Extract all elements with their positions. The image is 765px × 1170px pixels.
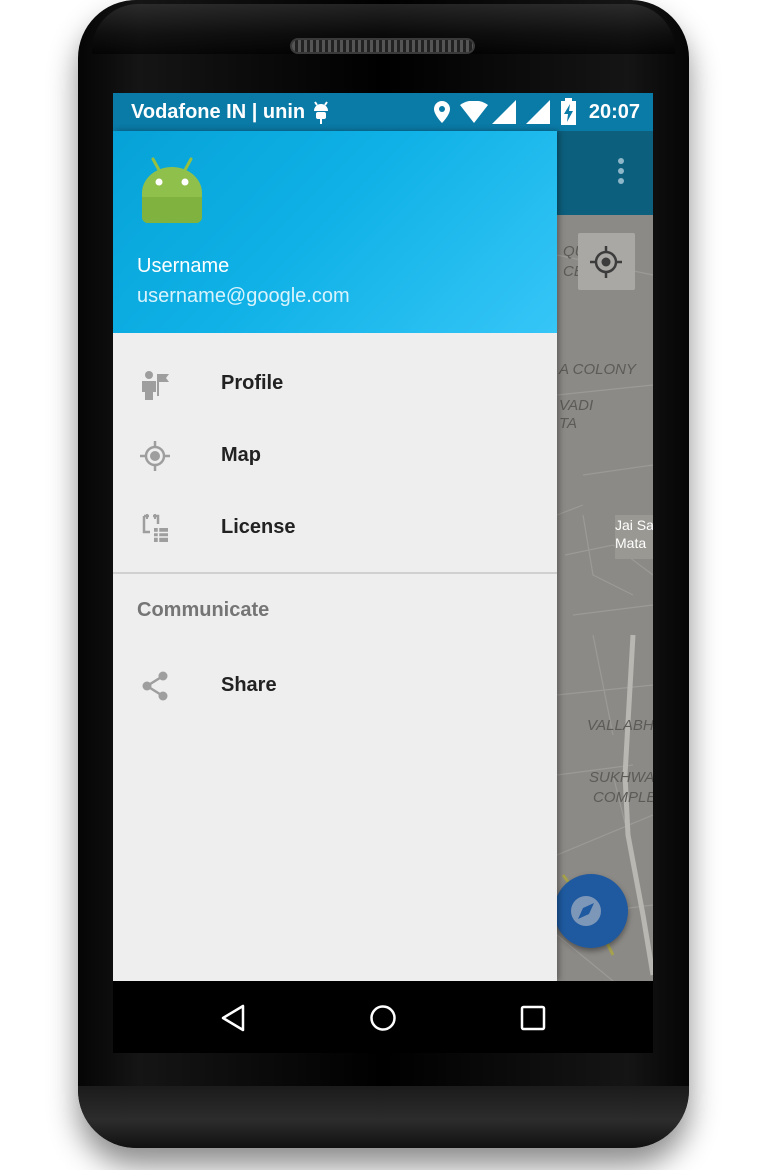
drawer-item-label: License — [221, 516, 296, 538]
drawer-item-license[interactable]: License — [113, 491, 557, 563]
battery-charging-icon — [561, 98, 576, 125]
android-debug-icon — [314, 101, 328, 124]
drawer-header: Username username@google.com — [113, 131, 557, 333]
drawer-item-map[interactable]: Map — [113, 419, 557, 491]
drawer-item-label: Map — [221, 444, 261, 466]
carrier-name: Vodafone IN | unin — [131, 101, 306, 123]
compass-icon — [571, 896, 601, 926]
drawer-item-label: Share — [221, 674, 277, 696]
status-bar: Vodafone IN | unin 20:07 — [113, 93, 653, 131]
more-vert-icon[interactable] — [611, 155, 631, 191]
map-label: Mata — [615, 535, 647, 551]
earpiece-speaker — [290, 38, 475, 54]
map-label: A COLONY — [559, 361, 636, 378]
clock: 20:07 — [588, 101, 640, 123]
drawer-item-share[interactable]: Share — [113, 649, 557, 721]
drawer-item-profile[interactable]: Profile — [113, 347, 557, 419]
map-label: Jai Sa — [615, 517, 653, 533]
section-header: Communicate — [137, 599, 270, 621]
phone-screen: QUALITY CENTER A COLONY VADI TA Jai Sa M… — [113, 93, 653, 981]
compass-fab[interactable] — [554, 874, 628, 948]
map-label: SUKHWA — [589, 769, 653, 786]
user-email: username@google.com — [137, 285, 350, 307]
divider — [113, 572, 557, 574]
home-icon[interactable] — [368, 1003, 398, 1033]
signal-icon — [526, 100, 550, 124]
gps-icon — [140, 441, 170, 471]
license-icon — [142, 514, 168, 542]
share-icon — [142, 671, 168, 701]
map-label: VALLABH — [587, 717, 653, 734]
navigation-drawer: Username username@google.com Profile Map — [113, 131, 557, 981]
user-name: Username — [137, 255, 230, 277]
signal-icon — [492, 100, 516, 124]
my-location-button[interactable] — [578, 233, 635, 290]
drawer-item-label: Profile — [221, 372, 284, 394]
wifi-icon — [460, 101, 488, 123]
map-label: TA — [559, 415, 578, 432]
map-label: VADI — [559, 397, 594, 414]
my-location-icon — [590, 246, 622, 278]
navigation-bar — [113, 981, 653, 1053]
android-icon — [142, 157, 202, 223]
profile-icon — [142, 371, 169, 400]
phone-chin — [78, 1086, 689, 1148]
back-icon[interactable] — [219, 1003, 249, 1033]
recents-icon[interactable] — [518, 1003, 548, 1033]
map-label: COMPLE — [593, 789, 653, 806]
location-icon — [434, 101, 450, 123]
